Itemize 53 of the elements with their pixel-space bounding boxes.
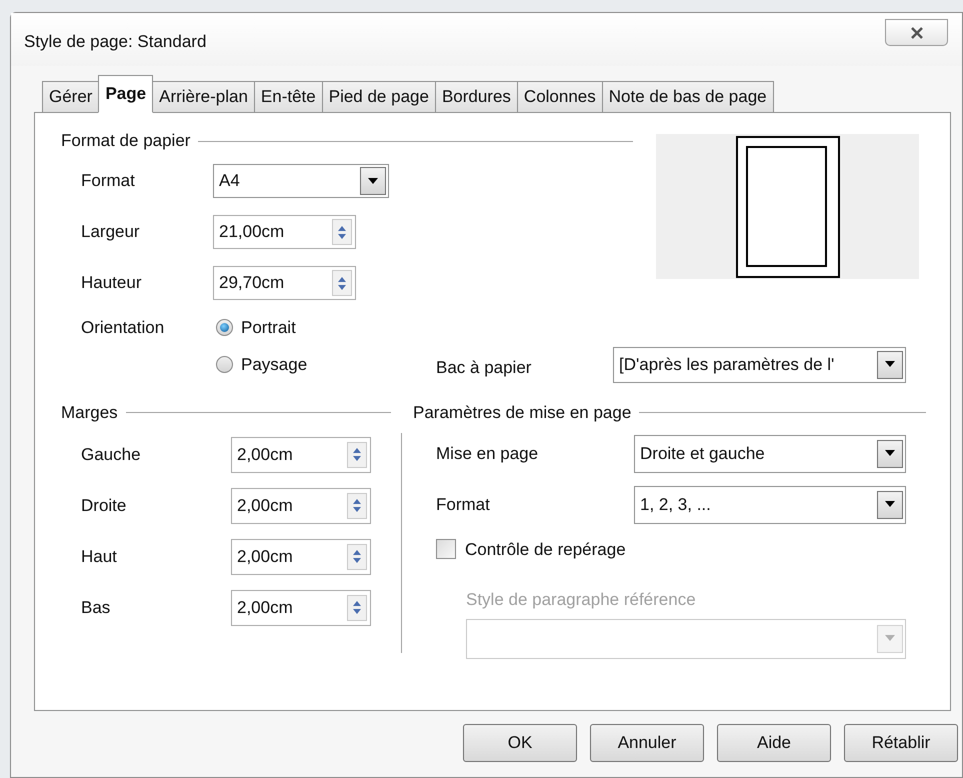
tab[interactable]: Bordures (434, 81, 518, 113)
field-label: Format (81, 170, 136, 192)
close-icon (910, 26, 924, 38)
checkbox-label: Contrôle de repérage (465, 538, 626, 560)
dialog-button[interactable]: Rétablir (844, 724, 958, 762)
dropdown[interactable]: Droite et gauche (634, 434, 906, 472)
window-title: Style de page: Standard (24, 31, 206, 53)
spin-field[interactable]: 21,00cm (213, 215, 356, 249)
page-icon (736, 136, 840, 278)
dropdown[interactable]: [D'après les paramètres de l' (613, 346, 906, 382)
radio-button[interactable] (216, 356, 233, 373)
field-label: Format (436, 494, 491, 516)
field-label: Largeur (81, 221, 141, 244)
tab[interactable]: En-tête (254, 81, 323, 113)
dropdown[interactable]: 1, 2, 3, ... (634, 486, 906, 524)
spin-field[interactable]: 2,00cm (231, 590, 371, 626)
radio-label: Portrait (241, 317, 296, 339)
tab[interactable]: Colonnes (516, 81, 603, 113)
section-heading: Format de papier (61, 130, 190, 152)
tab[interactable]: Arrière-plan (152, 81, 255, 113)
field-label: Hauteur (81, 272, 142, 294)
dialog-button[interactable]: Annuler (590, 724, 704, 762)
spin-field[interactable]: 29,70cm (213, 266, 356, 300)
tab[interactable]: Pied de page (322, 81, 436, 113)
field-label: Haut (81, 546, 118, 568)
spin-field[interactable]: 2,00cm (231, 488, 371, 524)
radio-button[interactable] (216, 319, 233, 336)
spinner-arrows-icon[interactable] (332, 270, 352, 296)
tab[interactable]: Page (98, 75, 154, 113)
spinner-arrows-icon[interactable] (347, 544, 367, 570)
field-label: Bac à papier (436, 356, 532, 379)
tab[interactable]: Note de bas de page (602, 81, 774, 113)
tab[interactable]: Gérer (42, 81, 100, 113)
radio-label: Paysage (241, 354, 308, 376)
spinner-arrows-icon[interactable] (347, 442, 367, 468)
field-label: Orientation (81, 317, 166, 339)
field-label: Droite (81, 494, 128, 517)
spin-field[interactable]: 2,00cm (231, 436, 371, 472)
field-label: Mise en page (436, 442, 540, 465)
dialog-button[interactable]: Aide (717, 724, 831, 762)
spinner-arrows-icon[interactable] (347, 492, 367, 518)
close-button[interactable] (885, 19, 948, 46)
checkbox[interactable] (436, 539, 456, 560)
section-heading: Marges (61, 402, 118, 424)
dialog-button[interactable]: OK (463, 724, 577, 762)
dropdown[interactable]: A4 (213, 164, 389, 198)
field-label: Style de paragraphe référence (466, 589, 697, 611)
spinner-arrows-icon[interactable] (347, 594, 367, 620)
spin-field[interactable]: 2,00cm (231, 538, 371, 574)
field-label: Bas (81, 596, 112, 619)
field-label: Gauche (81, 444, 142, 466)
section-heading: Paramètres de mise en page (413, 402, 632, 424)
spinner-arrows-icon[interactable] (332, 219, 352, 245)
